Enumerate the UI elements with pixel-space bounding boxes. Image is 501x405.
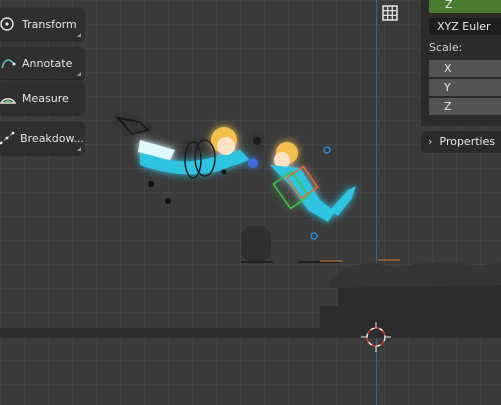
tool-group-breakdown: Breakdow...	[0, 122, 84, 154]
measure-icon	[0, 88, 18, 108]
grid-icon	[382, 5, 398, 21]
tool-transform[interactable]: Transform	[0, 8, 84, 40]
tool-measure-label: Measure	[22, 91, 69, 105]
tool-transform-label: Transform	[22, 17, 77, 31]
annotate-icon	[0, 53, 18, 73]
character-left[interactable]	[115, 116, 261, 179]
tool-breakdown-label: Breakdow...	[20, 131, 84, 145]
grid-view-button[interactable]	[377, 0, 403, 26]
tool-group-annotate: Annotate Measure	[0, 47, 84, 114]
character-right[interactable]	[248, 142, 356, 222]
tool-shelf: Transform	[0, 8, 84, 40]
rotation-mode-select[interactable]: XYZ Euler	[429, 18, 501, 35]
scale-y-label: Y	[444, 81, 451, 94]
scale-z-field[interactable]: Z	[429, 98, 501, 115]
tool-annotate[interactable]: Annotate	[0, 47, 84, 79]
scale-x-field[interactable]: X	[429, 60, 501, 77]
tool-annotate-label: Annotate	[22, 56, 73, 70]
ground-geometry	[0, 226, 501, 338]
scale-label: Scale:	[429, 41, 463, 54]
rotation-z-label: Z	[445, 0, 453, 11]
tool-expand-indicator	[77, 33, 81, 37]
properties-panel-header[interactable]: › Properties	[421, 131, 501, 153]
tool-breakdown[interactable]: Breakdow...	[0, 122, 84, 154]
tool-expand-indicator	[77, 147, 81, 151]
tool-measure[interactable]: Measure	[0, 82, 84, 114]
transform-icon	[0, 14, 18, 34]
properties-label: Properties	[439, 135, 496, 148]
scale-x-label: X	[444, 62, 452, 75]
scale-z-label: Z	[444, 100, 452, 113]
rotation-mode-value: XYZ Euler	[437, 20, 491, 33]
scale-y-field[interactable]: Y	[429, 79, 501, 96]
sidebar-transform-panel: Z XYZ Euler Scale: X Y Z	[421, 0, 501, 126]
chevron-right-icon: ›	[428, 135, 433, 148]
breakdown-icon	[0, 128, 16, 148]
rotation-z-field[interactable]: Z	[429, 0, 501, 13]
tool-expand-indicator	[77, 72, 81, 76]
